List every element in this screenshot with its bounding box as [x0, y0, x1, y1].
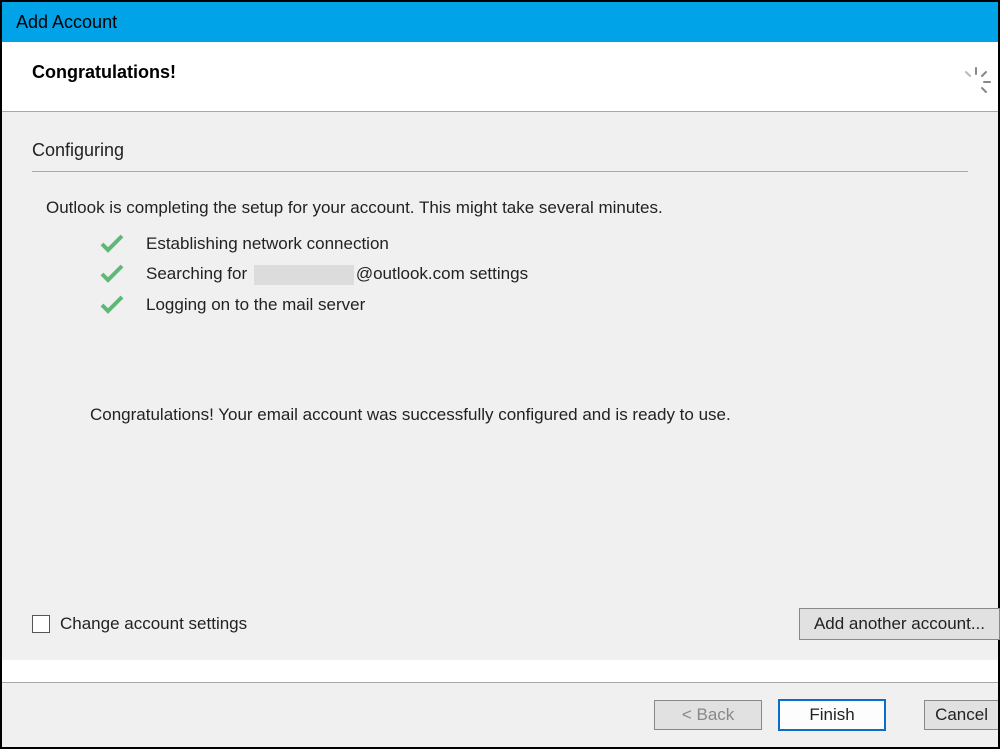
mid-actions-row: Change account settings Add another acco…: [32, 608, 998, 640]
change-account-settings-checkbox[interactable]: Change account settings: [32, 614, 247, 634]
redacted-email-user: [254, 265, 354, 285]
finish-button[interactable]: Finish: [778, 699, 886, 731]
status-text: Outlook is completing the setup for your…: [46, 198, 968, 218]
add-another-account-button[interactable]: Add another account...: [799, 608, 1000, 640]
step-label: Establishing network connection: [146, 234, 389, 254]
setup-step: Logging on to the mail server: [100, 295, 968, 315]
success-message: Congratulations! Your email account was …: [90, 405, 968, 425]
cancel-button[interactable]: Cancel: [924, 700, 998, 730]
dialog-header: Congratulations!: [2, 42, 998, 112]
page-heading: Congratulations!: [32, 62, 968, 83]
dialog-footer: < Back Finish Cancel: [2, 682, 998, 747]
section-title-configuring: Configuring: [32, 140, 968, 161]
checkmark-icon: [100, 295, 124, 315]
dialog-content: Configuring Outlook is completing the se…: [2, 112, 998, 660]
back-button: < Back: [654, 700, 762, 730]
checkbox-label: Change account settings: [60, 614, 247, 634]
section-divider: [32, 171, 968, 172]
setup-step: Searching for @outlook.com settings: [100, 264, 968, 285]
setup-steps-list: Establishing network connection Searchin…: [100, 234, 968, 315]
loading-spinner-icon: [960, 66, 992, 98]
window-titlebar: Add Account: [2, 0, 998, 42]
checkbox-box[interactable]: [32, 615, 50, 633]
checkmark-icon: [100, 234, 124, 254]
window-title: Add Account: [16, 12, 117, 33]
checkmark-icon: [100, 264, 124, 284]
step-label: Searching for @outlook.com settings: [146, 264, 528, 285]
setup-step: Establishing network connection: [100, 234, 968, 254]
step-label: Logging on to the mail server: [146, 295, 365, 315]
